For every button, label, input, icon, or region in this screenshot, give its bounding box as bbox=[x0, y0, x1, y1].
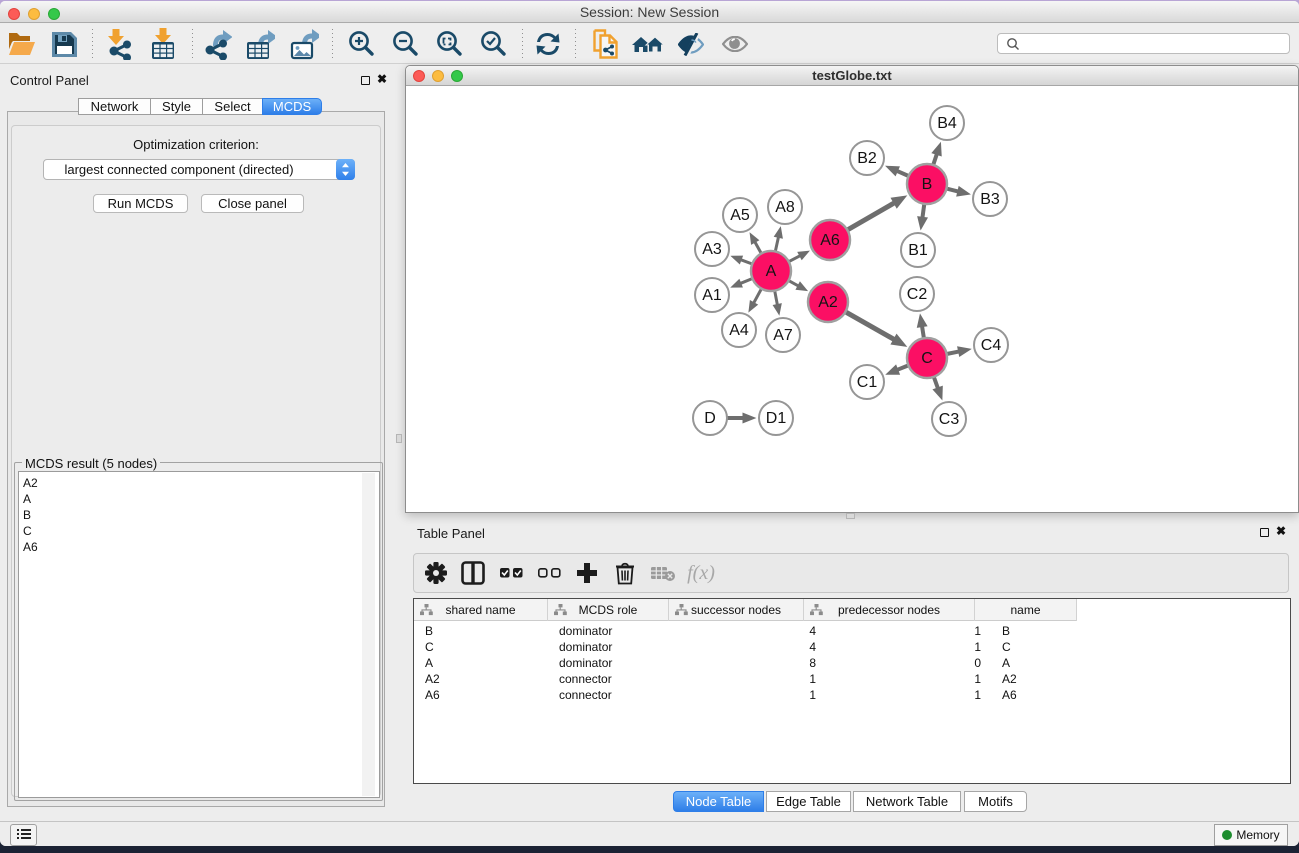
svg-text:D1: D1 bbox=[766, 410, 787, 427]
svg-text:A4: A4 bbox=[729, 322, 749, 339]
svg-text:A3: A3 bbox=[702, 241, 722, 258]
svg-text:B: B bbox=[922, 176, 933, 193]
svg-text:A7: A7 bbox=[773, 327, 793, 344]
svg-text:B3: B3 bbox=[980, 191, 1000, 208]
svg-text:B1: B1 bbox=[908, 242, 928, 259]
svg-text:A: A bbox=[766, 263, 777, 280]
svg-text:A5: A5 bbox=[730, 207, 750, 224]
svg-text:A2: A2 bbox=[818, 294, 838, 311]
svg-text:A8: A8 bbox=[775, 199, 795, 216]
svg-text:C2: C2 bbox=[907, 286, 928, 303]
svg-text:A6: A6 bbox=[820, 232, 840, 249]
svg-text:C: C bbox=[921, 350, 933, 367]
svg-text:C4: C4 bbox=[981, 337, 1002, 354]
svg-text:B2: B2 bbox=[857, 150, 877, 167]
svg-text:C1: C1 bbox=[857, 374, 878, 391]
svg-text:B4: B4 bbox=[937, 115, 957, 132]
svg-text:A1: A1 bbox=[702, 287, 722, 304]
svg-text:C3: C3 bbox=[939, 411, 960, 428]
svg-text:D: D bbox=[704, 410, 716, 427]
